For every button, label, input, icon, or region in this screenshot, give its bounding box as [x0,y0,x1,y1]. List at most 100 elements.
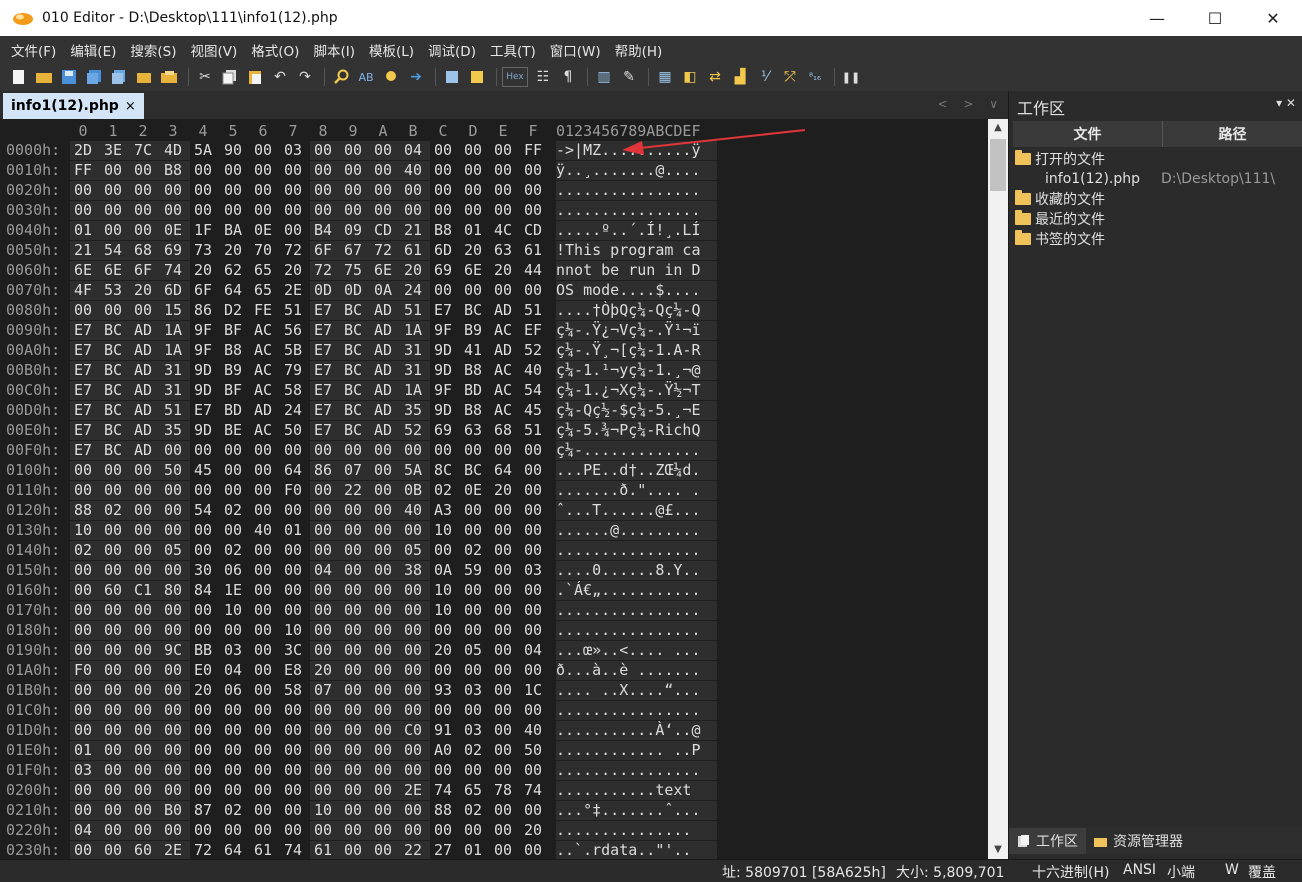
hex-byte[interactable]: 22 [338,481,368,499]
hex-byte[interactable]: 63 [488,241,518,259]
hex-byte[interactable]: E8 [278,661,308,679]
hex-byte[interactable]: 00 [128,781,158,799]
tab-explorer[interactable]: 资源管理器 [1086,828,1191,854]
hex-byte[interactable]: 00 [368,721,398,739]
hex-byte[interactable]: 00 [218,761,248,779]
hex-byte[interactable]: AC [248,381,278,399]
hex-byte[interactable]: 74 [278,841,308,859]
hex-byte[interactable]: 5A [188,141,218,159]
hex-byte[interactable]: 00 [278,781,308,799]
hex-byte[interactable]: 00 [488,441,518,459]
hex-byte[interactable]: 60 [128,841,158,859]
hex-byte[interactable]: 03 [68,761,98,779]
hex-byte[interactable]: 00 [248,641,278,659]
hex-byte[interactable]: E7 [68,321,98,339]
hex-byte[interactable]: 00 [278,161,308,179]
hex-byte[interactable]: 60 [98,581,128,599]
hex-byte[interactable]: 00 [308,721,338,739]
hex-byte[interactable]: AD [368,301,398,319]
hex-byte[interactable]: CD [518,221,548,239]
hex-byte[interactable]: 38 [398,561,428,579]
hex-byte[interactable]: BC [458,461,488,479]
hex-byte[interactable]: 00 [158,781,188,799]
hex-byte[interactable]: 00 [98,661,128,679]
hex-byte[interactable]: 00 [278,701,308,719]
hex-byte[interactable]: BC [98,341,128,359]
hex-byte[interactable]: 00 [248,821,278,839]
hex-byte[interactable]: 05 [158,541,188,559]
hex-byte[interactable]: 00 [428,181,458,199]
hex-byte[interactable]: BC [338,421,368,439]
hex-byte[interactable]: 00 [398,701,428,719]
hex-byte[interactable]: 0B [398,481,428,499]
hex-byte[interactable]: 68 [128,241,158,259]
hex-byte[interactable]: BC [338,381,368,399]
hex-byte[interactable]: 00 [248,161,278,179]
hex-byte[interactable]: 00 [248,181,278,199]
hex-byte[interactable]: 00 [158,621,188,639]
maximize-button[interactable]: ☐ [1186,0,1244,36]
hex-byte[interactable]: 00 [248,481,278,499]
hex-byte[interactable]: 06 [218,681,248,699]
hex-byte[interactable]: 00 [368,141,398,159]
hex-byte[interactable]: 00 [158,741,188,759]
hex-byte[interactable]: 0A [428,561,458,579]
hex-byte[interactable]: 00 [488,621,518,639]
hex-byte[interactable]: 22 [398,841,428,859]
hex-byte[interactable]: 02 [218,541,248,559]
columns-icon[interactable]: ▥ [593,67,615,87]
hex-byte[interactable]: 00 [68,461,98,479]
hex-byte[interactable]: AD [368,361,398,379]
hex-byte[interactable]: BC [98,321,128,339]
ascii-text[interactable]: ç¼-.Ÿ¸¬[ç¼-1.A-R [556,341,717,360]
hex-byte[interactable]: 00 [278,541,308,559]
hex-byte[interactable]: 40 [398,501,428,519]
hex-byte[interactable]: 00 [158,521,188,539]
hex-byte[interactable]: 00 [488,821,518,839]
hex-byte[interactable]: 00 [188,161,218,179]
hex-byte[interactable]: 54 [98,241,128,259]
hex-byte[interactable]: 6F [308,241,338,259]
hex-byte[interactable]: AC [248,341,278,359]
hex-byte[interactable]: AD [368,341,398,359]
hex-byte[interactable]: C1 [128,581,158,599]
hex-byte[interactable]: 0A [368,281,398,299]
hex-byte[interactable]: 54 [188,501,218,519]
hex-editor[interactable]: 0123456789ABCDEF 0123456789ABCDEF 0000h:… [0,119,988,859]
hex-byte[interactable]: 00 [458,761,488,779]
hex-byte[interactable]: 75 [338,261,368,279]
hex-byte[interactable]: 00 [158,701,188,719]
hex-byte[interactable]: AC [248,421,278,439]
hex-byte[interactable]: 51 [518,421,548,439]
hex-byte[interactable]: B8 [158,161,188,179]
hex-byte[interactable]: 00 [338,701,368,719]
hex-byte[interactable]: 00 [128,201,158,219]
open-folder-icon[interactable] [158,67,180,87]
hex-byte[interactable]: 35 [398,401,428,419]
ascii-text[interactable]: nnot be run in D [556,261,717,280]
hex-byte[interactable]: 00 [128,761,158,779]
ascii-text[interactable]: ...PE..d†..ZŒ¼d. [556,461,717,480]
hex-byte[interactable]: 88 [428,801,458,819]
ascii-text[interactable]: ç¼-Qç½-$ç¼-5.¸¬E [556,401,717,420]
hex-byte[interactable]: 00 [518,161,548,179]
hex-byte[interactable]: BC [338,361,368,379]
hex-byte[interactable]: 1F [188,221,218,239]
hex-byte[interactable]: BC [98,361,128,379]
inspector-icon[interactable]: ◧ [679,67,701,87]
hex-byte[interactable]: 00 [368,661,398,679]
hex-byte[interactable]: 00 [308,641,338,659]
hex-byte[interactable]: 00 [488,181,518,199]
hex-byte[interactable]: 00 [428,141,458,159]
hex-byte[interactable]: AD [368,421,398,439]
hex-byte[interactable]: 10 [278,621,308,639]
hex-byte[interactable]: 00 [188,721,218,739]
hex-byte[interactable]: 20 [188,681,218,699]
hex-byte[interactable]: 00 [368,761,398,779]
hex-byte[interactable]: 00 [368,701,398,719]
hex-byte[interactable]: 00 [488,661,518,679]
hex-byte[interactable]: E7 [308,301,338,319]
hex-byte[interactable]: 00 [338,561,368,579]
hex-byte[interactable]: 00 [458,441,488,459]
hex-byte[interactable]: 3C [278,641,308,659]
